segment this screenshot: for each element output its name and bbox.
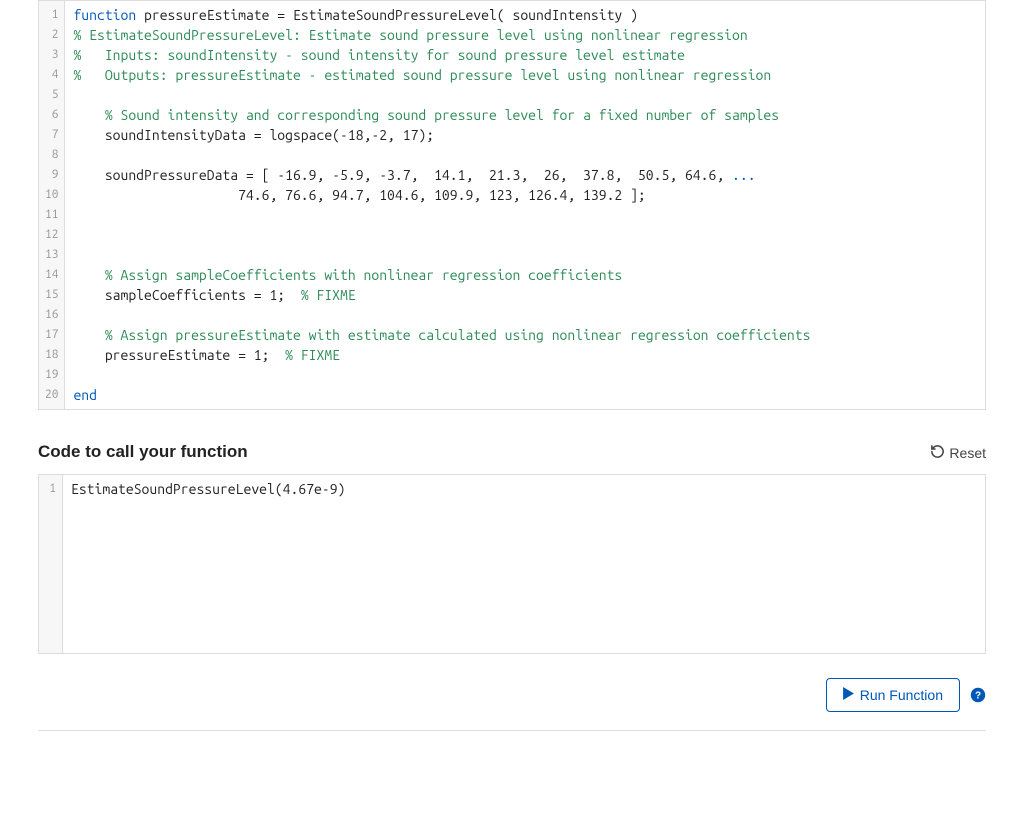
reset-icon <box>930 444 945 462</box>
code-line[interactable]: soundIntensityData = logspace(-18,-2, 17… <box>73 125 977 145</box>
code-line[interactable]: soundPressureData = [ -16.9, -5.9, -3.7,… <box>73 165 977 185</box>
line-number: 20 <box>45 385 58 405</box>
code-line[interactable]: % EstimateSoundPressureLevel: Estimate s… <box>73 25 977 45</box>
code-line[interactable]: EstimateSoundPressureLevel(4.67e-9) <box>71 479 977 499</box>
call-gutter: 1 <box>39 475 63 653</box>
line-number: 7 <box>45 125 58 145</box>
code-line[interactable]: % Assign sampleCoefficients with nonline… <box>73 265 977 285</box>
code-line[interactable]: pressureEstimate = 1; % FIXME <box>73 345 977 365</box>
call-code-area[interactable]: EstimateSoundPressureLevel(4.67e-9) <box>63 475 985 653</box>
line-number: 6 <box>45 105 58 125</box>
code-token: pressureEstimate = EstimateSoundPressure… <box>136 7 638 23</box>
code-line[interactable]: sampleCoefficients = 1; % FIXME <box>73 285 977 305</box>
reset-label: Reset <box>949 445 986 461</box>
code-line[interactable] <box>73 365 977 385</box>
line-number: 19 <box>45 365 58 385</box>
run-function-label: Run Function <box>860 687 943 703</box>
footer-row: Run Function ? <box>38 678 986 730</box>
run-function-button[interactable]: Run Function <box>826 678 960 712</box>
line-number: 17 <box>45 325 58 345</box>
line-number: 18 <box>45 345 58 365</box>
line-number: 12 <box>45 225 58 245</box>
code-token <box>73 267 104 283</box>
line-number: 16 <box>45 305 58 325</box>
call-section-header: Code to call your function Reset <box>38 442 986 462</box>
line-number: 2 <box>45 25 58 45</box>
code-token: EstimateSoundPressureLevel(4.67e-9) <box>71 481 345 497</box>
bottom-divider <box>38 730 986 731</box>
main-code-area[interactable]: function pressureEstimate = EstimateSoun… <box>65 1 985 409</box>
code-token: pressureEstimate = 1; <box>73 347 285 363</box>
line-number: 14 <box>45 265 58 285</box>
line-number: 15 <box>45 285 58 305</box>
line-number: 1 <box>45 479 56 499</box>
svg-text:?: ? <box>975 691 981 702</box>
main-gutter: 1234567891011121314151617181920 <box>39 1 65 409</box>
line-number: 8 <box>45 145 58 165</box>
code-token <box>73 107 104 123</box>
code-token: sampleCoefficients = 1; <box>73 287 300 303</box>
line-number: 5 <box>45 85 58 105</box>
line-number: 4 <box>45 65 58 85</box>
code-line[interactable] <box>73 85 977 105</box>
code-token: end <box>73 387 97 403</box>
code-token: soundPressureData = [ -16.9, -5.9, -3.7,… <box>73 167 732 183</box>
code-line[interactable]: % Assign pressureEstimate with estimate … <box>73 325 977 345</box>
code-line[interactable]: 74.6, 76.6, 94.7, 104.6, 109.9, 123, 126… <box>73 185 977 205</box>
line-number: 13 <box>45 245 58 265</box>
code-token: % Assign sampleCoefficients with nonline… <box>105 267 622 283</box>
line-number: 3 <box>45 45 58 65</box>
call-section-title: Code to call your function <box>38 442 248 462</box>
code-token: % Inputs: soundIntensity - sound intensi… <box>73 47 685 63</box>
code-token: % Assign pressureEstimate with estimate … <box>105 327 811 343</box>
code-token: % Outputs: pressureEstimate - estimated … <box>73 67 771 83</box>
code-line[interactable]: function pressureEstimate = EstimateSoun… <box>73 5 977 25</box>
code-token <box>73 327 104 343</box>
code-line[interactable] <box>73 245 977 265</box>
code-line[interactable]: end <box>73 385 977 405</box>
line-number: 1 <box>45 5 58 25</box>
code-token: % FIXME <box>285 347 340 363</box>
code-token: function <box>73 7 136 23</box>
code-line[interactable] <box>73 225 977 245</box>
code-token: % Sound intensity and corresponding soun… <box>105 107 779 123</box>
page-container: 1234567891011121314151617181920 function… <box>0 0 1024 761</box>
code-token: % FIXME <box>301 287 356 303</box>
line-number: 11 <box>45 205 58 225</box>
line-number: 10 <box>45 185 58 205</box>
reset-button[interactable]: Reset <box>930 444 986 462</box>
code-token: 74.6, 76.6, 94.7, 104.6, 109.9, 123, 126… <box>73 187 645 203</box>
code-line[interactable] <box>73 145 977 165</box>
code-line[interactable] <box>73 305 977 325</box>
help-icon[interactable]: ? <box>970 687 986 703</box>
code-line[interactable]: % Outputs: pressureEstimate - estimated … <box>73 65 977 85</box>
line-number: 9 <box>45 165 58 185</box>
code-token: % EstimateSoundPressureLevel: Estimate s… <box>73 27 747 43</box>
code-token: ... <box>732 167 756 183</box>
code-line[interactable]: % Inputs: soundIntensity - sound intensi… <box>73 45 977 65</box>
code-line[interactable] <box>73 205 977 225</box>
code-token: soundIntensityData = logspace(-18,-2, 17… <box>73 127 434 143</box>
play-icon <box>843 687 854 703</box>
call-code-editor[interactable]: 1 EstimateSoundPressureLevel(4.67e-9) <box>38 474 986 654</box>
code-line[interactable]: % Sound intensity and corresponding soun… <box>73 105 977 125</box>
main-code-editor[interactable]: 1234567891011121314151617181920 function… <box>38 0 986 410</box>
